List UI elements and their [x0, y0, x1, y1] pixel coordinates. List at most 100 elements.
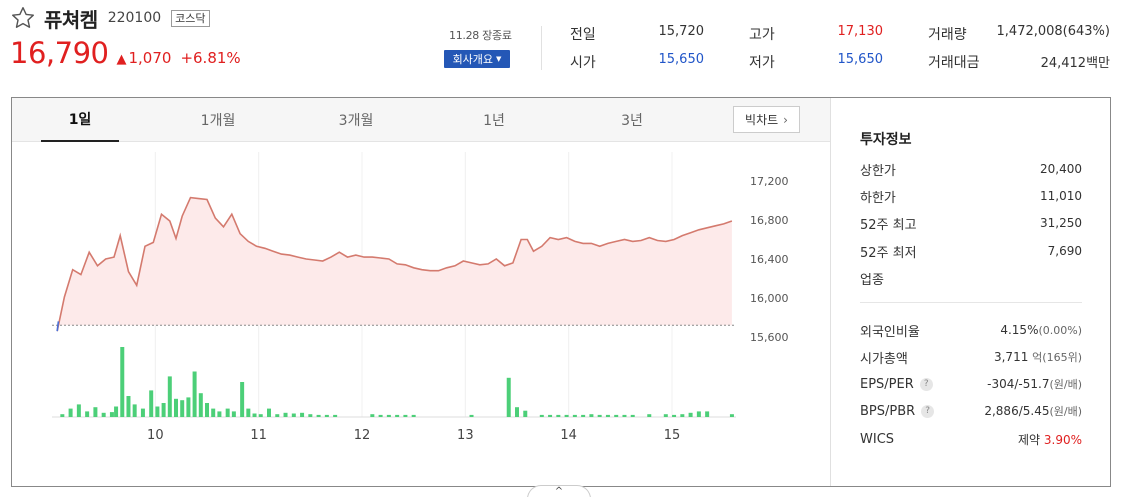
volume-bar — [515, 407, 519, 417]
volume-bar — [333, 414, 338, 417]
volume-label: 거래량 — [928, 27, 967, 43]
help-question-icon[interactable]: ? — [921, 404, 935, 418]
volume-bar — [680, 414, 685, 417]
volume-bar — [283, 412, 288, 417]
volume-bar — [597, 414, 602, 417]
y-tick-label: 16,800 — [750, 214, 789, 227]
tab-3year[interactable]: 3년 — [593, 98, 671, 142]
up-triangle-icon: ▲ — [116, 52, 127, 67]
volume-bar — [93, 407, 98, 417]
prev-close-value: 15,720 — [658, 24, 705, 39]
foreign-ratio-row: 외국인비율 4.15%(0.00%) — [860, 320, 1082, 340]
volume-value: 1,472,008(643%) — [996, 24, 1110, 39]
volume-bar — [85, 411, 90, 417]
price-chart: 17,200 16,800 16,400 16,000 15,600 10 11 12 13 14… — [52, 152, 789, 443]
upper-limit-value: 20,400 — [1040, 162, 1082, 176]
volume-bar — [411, 414, 416, 417]
amount-value: 24,412백만 — [1040, 56, 1110, 71]
collapse-handle[interactable]: ^ — [527, 485, 591, 497]
volume-bar — [231, 411, 236, 417]
week52-low-value: 7,690 — [1047, 244, 1082, 258]
volume-bar — [469, 414, 474, 417]
company-overview-button[interactable]: 회사개요 ▼ — [444, 50, 510, 68]
market-badge: 코스닥 — [171, 9, 210, 27]
volume-bar — [539, 414, 544, 417]
volume-bar — [167, 376, 172, 417]
volume-bar — [180, 400, 185, 417]
volume-bar — [211, 408, 216, 417]
help-question-icon[interactable]: ? — [919, 377, 933, 391]
volume-bar — [614, 414, 619, 417]
eps-per-value: -304/-51.7 — [987, 377, 1050, 391]
tab-1month[interactable]: 1개월 — [179, 98, 257, 142]
invest-info: 투자정보 상한가 20,400 하한가 11,010 52주 최고 31,250… — [860, 98, 1082, 486]
eps-per-unit: (원/배) — [1049, 378, 1082, 391]
price-change: 1,070 — [128, 49, 172, 67]
foreign-ratio-value: 4.15% — [1000, 323, 1039, 337]
favorite-star-icon[interactable] — [10, 5, 36, 31]
volume-bar — [605, 414, 610, 417]
x-tick-label: 12 — [354, 428, 371, 443]
volume-bar — [240, 382, 245, 417]
volume-bar — [174, 398, 178, 417]
bps-pbr-row: BPS/PBR? 2,886/5.45(원/배) — [860, 401, 1082, 421]
volume-bar — [258, 414, 263, 417]
volume-bar — [581, 414, 586, 417]
tab-1year[interactable]: 1년 — [455, 98, 533, 142]
volume-bar — [622, 414, 627, 417]
market-cap-value: 3,711 — [993, 350, 1029, 364]
stock-name: 퓨쳐켐 — [44, 7, 98, 32]
current-price: 16,790 — [10, 36, 109, 70]
volume-bar — [308, 414, 313, 417]
volume-bar — [76, 404, 81, 417]
volume-bar — [663, 414, 668, 417]
volume-bar — [395, 414, 400, 417]
volume-bar — [126, 396, 131, 417]
stock-header: 퓨쳐켐 220100 코스닥 16,790 ▲ 1,070 +6.81% — [10, 4, 241, 70]
week52-high-row: 52주 최고 31,250 — [860, 213, 1082, 233]
open-value: 15,650 — [658, 52, 705, 67]
high-value: 17,130 — [837, 24, 884, 39]
chevron-up-icon: ^ — [554, 486, 564, 497]
foreign-ratio-label: 외국인비율 — [860, 324, 920, 340]
tab-1day[interactable]: 1일 — [41, 98, 119, 142]
volume-bar — [267, 408, 271, 417]
upper-limit-label: 상한가 — [860, 163, 896, 179]
volume-bar — [729, 414, 734, 417]
volume-bar — [114, 406, 119, 417]
amount-label: 거래대금 — [928, 55, 980, 71]
volume-bar — [291, 413, 296, 417]
x-tick-label: 14 — [560, 428, 577, 443]
volume-bar — [705, 411, 710, 417]
sector-row: 업종 — [860, 268, 1082, 288]
low-value: 15,650 — [837, 52, 884, 67]
volume-bar — [370, 414, 375, 417]
volume-bar — [186, 397, 191, 417]
volume-bar — [589, 414, 594, 417]
chart-panel: 1일 1개월 3개월 1년 3년 빅차트 › 17,200 16,800 16,40… — [11, 97, 1111, 487]
y-tick-label: 16,000 — [750, 292, 789, 305]
caret-down-icon: ▼ — [496, 55, 502, 63]
volume-bar — [149, 390, 154, 417]
week52-low-row: 52주 최저 7,690 — [860, 241, 1082, 261]
volume-bar — [630, 414, 635, 417]
volume-bar — [120, 347, 125, 417]
panel-divider — [830, 98, 831, 486]
volume-bar — [68, 408, 73, 417]
volume-bar — [564, 414, 569, 417]
x-tick-label: 11 — [250, 428, 267, 443]
header-divider — [541, 26, 542, 70]
volume-bar — [225, 408, 230, 417]
wics-sector[interactable]: 제약 — [1018, 433, 1040, 447]
volume-bar — [572, 414, 577, 417]
volume-bar — [109, 412, 114, 417]
sector-label: 업종 — [860, 272, 884, 288]
upper-limit-row: 상한가 20,400 — [860, 159, 1082, 179]
eps-per-row: EPS/PER? -304/-51.7(원/배) — [860, 374, 1082, 394]
company-overview-label: 회사개요 — [452, 53, 494, 66]
big-chart-button[interactable]: 빅차트 › — [733, 106, 800, 133]
tab-3month[interactable]: 3개월 — [317, 98, 395, 142]
invest-divider — [860, 302, 1082, 303]
y-tick-label: 16,400 — [750, 253, 789, 266]
y-tick-label: 17,200 — [750, 175, 789, 188]
